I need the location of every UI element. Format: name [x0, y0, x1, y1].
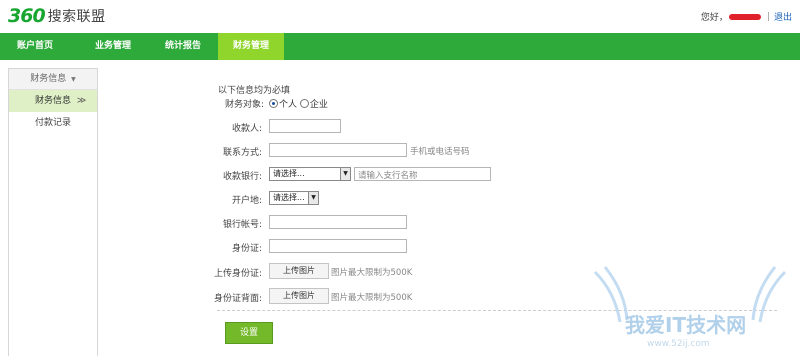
radio-selected-icon: [269, 99, 278, 108]
radio-unselected-icon: [299, 99, 309, 108]
main-nav: 账户首页 业务管理 统计报告 财务管理: [0, 33, 800, 60]
radio-company-label: 企业: [309, 100, 328, 110]
upload-id-back-label: 身份证背面:: [213, 294, 262, 304]
region-select[interactable]: 请选择... ▼: [269, 191, 319, 205]
sidebar-item-label: 财务信息: [35, 96, 72, 106]
radio-company[interactable]: 企业: [299, 99, 328, 110]
type-label: 财务对象:: [224, 100, 264, 110]
contact-input[interactable]: [269, 143, 407, 157]
radio-individual[interactable]: 个人: [269, 99, 298, 110]
sidebar-header[interactable]: 财务信息 ▼: [9, 69, 97, 90]
watermark-text: 我爱IT技术网: [625, 313, 746, 337]
sidebar-item-finance-info[interactable]: 财务信息 ≫: [9, 90, 97, 112]
logo-text: 搜索联盟: [47, 9, 106, 25]
submit-button[interactable]: 设置: [225, 322, 273, 344]
logo-number: 360: [8, 5, 46, 27]
upload-id-back-button[interactable]: 上传图片: [269, 288, 329, 304]
sidebar: 财务信息 ▼ 财务信息 ≫ 付款记录: [8, 68, 98, 356]
id-label: 身份证:: [231, 244, 262, 254]
upload-id-button[interactable]: 上传图片: [269, 263, 329, 279]
top-bar: 360 搜索联盟 您好， | 退出: [0, 0, 800, 33]
contact-hint: 手机或电话号码: [410, 147, 470, 157]
dropdown-arrow-icon: ▼: [340, 168, 350, 180]
double-chevron-right-icon: ≫: [76, 96, 87, 106]
nav-item-statistics[interactable]: 统计报告: [148, 33, 218, 60]
logout-link[interactable]: 退出: [774, 10, 792, 23]
redacted-username: [728, 13, 761, 20]
bank-select-value: 请选择...: [273, 169, 305, 178]
branch-placeholder: 请输入支行名称: [358, 171, 418, 181]
branch-input[interactable]: 请输入支行名称: [354, 167, 491, 181]
payee-label: 收款人:: [231, 124, 262, 134]
bank-label: 收款银行:: [222, 172, 262, 182]
account-label: 银行帐号:: [222, 220, 262, 230]
brand-logo[interactable]: 360 搜索联盟: [8, 5, 106, 27]
sidebar-header-label: 财务信息: [30, 74, 67, 84]
separator: |: [766, 11, 770, 22]
nav-item-account-home[interactable]: 账户首页: [0, 33, 70, 60]
required-note: 以下信息均为必填: [218, 86, 291, 96]
upload-id-back-hint: 图片最大限制为500K: [331, 293, 413, 303]
user-box: 您好， | 退出: [700, 10, 792, 24]
dropdown-arrow-icon: ▼: [308, 192, 318, 204]
watermark-url: www.52ij.com: [647, 339, 710, 349]
account-input[interactable]: [269, 215, 407, 229]
upload-id-label: 上传身份证:: [213, 269, 262, 279]
payee-input[interactable]: [269, 119, 341, 133]
nav-item-finance[interactable]: 财务管理: [218, 33, 284, 60]
watermark-logo: 我爱IT技术网 www.52ij.com: [593, 266, 787, 349]
greeting-text: 您好，: [700, 13, 728, 23]
caret-down-icon: ▼: [71, 76, 76, 83]
id-input[interactable]: [269, 239, 407, 253]
sidebar-item-payment-records[interactable]: 付款记录: [9, 112, 97, 134]
contact-label: 联系方式:: [222, 148, 262, 158]
radio-individual-label: 个人: [279, 100, 298, 110]
nav-item-business[interactable]: 业务管理: [78, 33, 148, 60]
bank-select[interactable]: 请选择... ▼: [269, 167, 351, 181]
sidebar-item-label: 付款记录: [35, 118, 72, 128]
region-label: 开户地:: [231, 196, 262, 206]
upload-id-hint: 图片最大限制为500K: [331, 268, 413, 278]
region-select-value: 请选择...: [273, 193, 305, 202]
type-radio-group: 个人 企业: [269, 97, 328, 110]
